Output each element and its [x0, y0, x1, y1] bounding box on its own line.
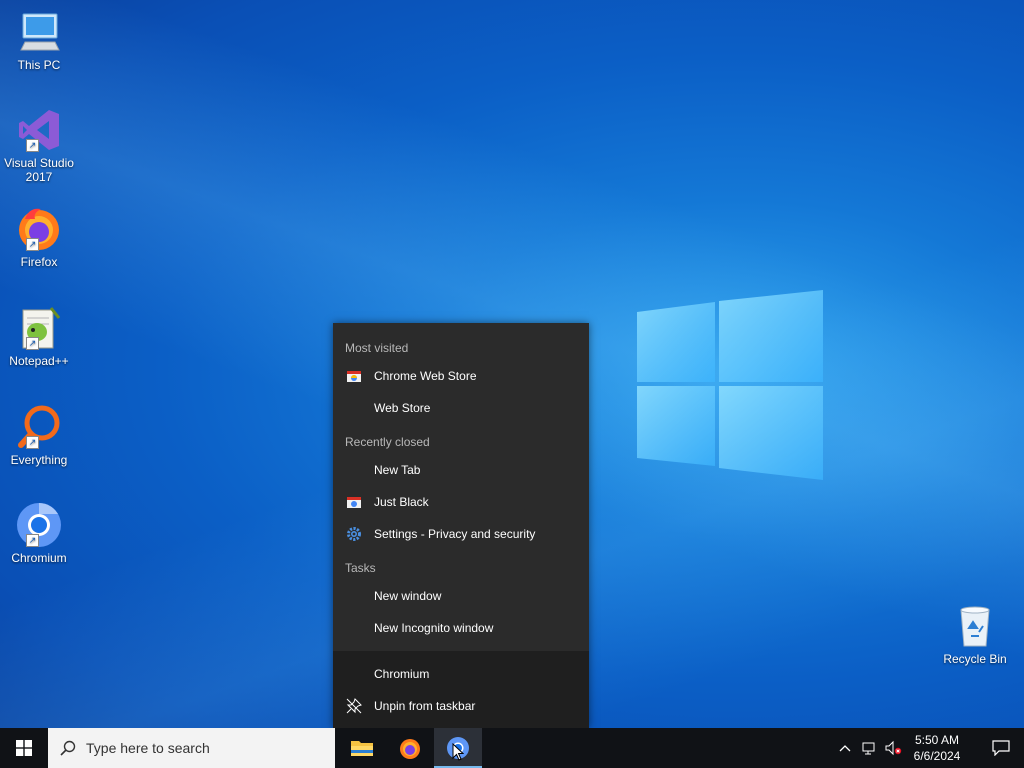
shortcut-arrow-icon: ↗ — [26, 534, 39, 547]
desktop-icon-label: Firefox — [20, 255, 58, 269]
notepad-plus-plus-icon — [22, 307, 61, 349]
desktop-icon-notepad-plus-plus[interactable]: ↗ Notepad++ — [2, 304, 76, 368]
visual-studio-icon — [19, 110, 59, 150]
search-placeholder: Type here to search — [86, 740, 210, 756]
windows-start-icon — [16, 740, 32, 756]
jumplist-item-settings-privacy[interactable]: Settings - Privacy and security — [333, 518, 589, 550]
desktop-icon-firefox[interactable]: ↗ Firefox — [2, 205, 76, 269]
windows-wallpaper-logo — [637, 290, 823, 480]
search-icon — [60, 740, 76, 756]
jumplist-header-most-visited: Most visited — [345, 341, 409, 355]
clock-date: 6/6/2024 — [913, 749, 961, 763]
chromium-jump-list: Most visited Chrome Web Store Web Store … — [333, 323, 589, 728]
mouse-cursor-icon — [452, 743, 464, 761]
system-tray: 5:50 AM 6/6/2024 — [833, 728, 1024, 768]
desktop-icon-label: This PC — [17, 58, 61, 72]
desktop-icon-chromium[interactable]: ↗ Chromium — [2, 501, 76, 565]
theme-icon — [347, 497, 361, 508]
jumplist-header-tasks: Tasks — [345, 561, 376, 575]
jumplist-item-new-tab[interactable]: New Tab — [333, 454, 589, 486]
jumplist-item-label: Just Black — [374, 495, 429, 509]
taskbar-clock[interactable]: 5:50 AM 6/6/2024 — [911, 732, 963, 764]
file-explorer-icon — [351, 741, 373, 756]
jumplist-item-web-store[interactable]: Web Store — [333, 392, 589, 424]
action-center-button[interactable] — [977, 740, 1024, 756]
desktop-icon-recycle-bin[interactable]: Recycle Bin — [938, 602, 1012, 666]
computer-icon — [20, 13, 60, 51]
shortcut-arrow-icon: ↗ — [26, 139, 39, 152]
unpin-icon — [346, 698, 362, 714]
desktop-icon-label: Chromium — [11, 551, 67, 565]
jumplist-item-just-black[interactable]: Just Black — [333, 486, 589, 518]
chromium-icon — [17, 503, 61, 547]
jumplist-header-recently-closed: Recently closed — [345, 435, 430, 449]
jumplist-item-label: Unpin from taskbar — [374, 699, 476, 713]
recycle-bin-icon — [960, 606, 990, 647]
clock-time: 5:50 AM — [914, 733, 960, 747]
jumplist-item-label: New Tab — [374, 463, 421, 477]
notification-icon — [992, 740, 1010, 756]
show-hidden-icons-chevron-up-icon[interactable] — [833, 744, 857, 752]
taskbar: Type here to search 5:50 AM 6/6/2024 — [0, 728, 1024, 768]
taskbar-search-box[interactable]: Type here to search — [48, 728, 335, 768]
firefox-icon — [400, 739, 420, 759]
jumplist-item-label: Web Store — [374, 401, 431, 415]
jumplist-item-label: New Incognito window — [374, 621, 494, 635]
jumplist-item-open-chromium[interactable]: Chromium — [333, 658, 589, 690]
desktop-icon-visual-studio[interactable]: ↗ Visual Studio 2017 — [2, 106, 76, 184]
desktop-icon-label: Everything — [10, 453, 68, 467]
jumplist-footer: Chromium Unpin from taskbar — [333, 651, 589, 728]
desktop-icon-everything[interactable]: ↗ Everything — [2, 403, 76, 467]
jumplist-item-label: Settings - Privacy and security — [374, 527, 536, 541]
shortcut-arrow-icon: ↗ — [26, 436, 39, 449]
jumplist-item-label: Chrome Web Store — [374, 369, 477, 383]
chrome-web-store-icon — [347, 371, 361, 382]
jumplist-item-new-window[interactable]: New window — [333, 580, 589, 612]
network-icon[interactable] — [857, 740, 881, 756]
gear-icon — [347, 527, 361, 541]
jumplist-item-unpin[interactable]: Unpin from taskbar — [333, 690, 589, 722]
desktop-icon-this-pc[interactable]: This PC — [2, 8, 76, 72]
shortcut-arrow-icon: ↗ — [26, 337, 39, 350]
volume-muted-icon[interactable] — [881, 740, 905, 756]
jumplist-item-label: Chromium — [374, 667, 430, 681]
start-button[interactable] — [0, 728, 48, 768]
desktop-icon-label: Visual Studio 2017 — [4, 156, 74, 184]
taskbar-app-file-explorer[interactable] — [338, 728, 386, 768]
jumplist-item-chrome-web-store[interactable]: Chrome Web Store — [333, 360, 589, 392]
desktop-icon-label: Recycle Bin — [943, 652, 1007, 666]
shortcut-arrow-icon: ↗ — [26, 238, 39, 251]
jumplist-item-label: New window — [374, 589, 442, 603]
everything-search-icon — [18, 405, 60, 448]
jumplist-item-new-incognito-window[interactable]: New Incognito window — [333, 612, 589, 644]
firefox-icon — [19, 208, 59, 250]
desktop-icon-label: Notepad++ — [9, 354, 69, 368]
taskbar-app-firefox[interactable] — [386, 728, 434, 768]
